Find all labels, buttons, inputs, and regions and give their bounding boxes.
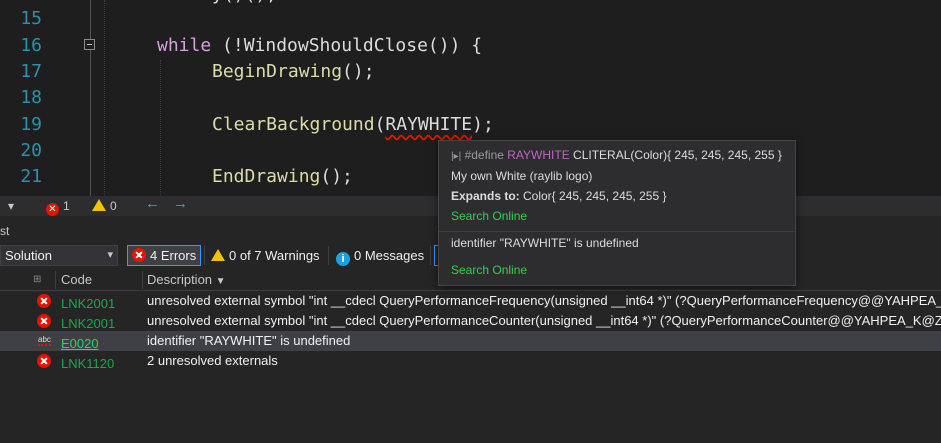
errors-filter-button[interactable]: 4 Errors (127, 245, 202, 266)
line-number: 15 (20, 8, 42, 29)
define-keyword: #define (464, 148, 508, 162)
divider (430, 246, 431, 265)
collapse-toggle-icon[interactable] (84, 39, 95, 50)
line-number: 21 (20, 166, 42, 187)
divider (204, 246, 205, 265)
line-number: 19 (20, 114, 42, 135)
expands-label: Expands to: (451, 189, 520, 203)
function-call: ClearBackground (212, 114, 375, 135)
search-online-link[interactable]: Search Online (451, 263, 527, 277)
keyword-while: while (157, 35, 212, 56)
error-icon (37, 354, 51, 368)
intellisense-error-icon: abc (38, 335, 51, 346)
code-text: ); (472, 114, 494, 135)
error-description: unresolved external symbol "int __cdecl … (147, 293, 941, 308)
warning-icon (92, 199, 106, 211)
function-call: EndDrawing (212, 166, 321, 187)
code-line-15: 15 (0, 6, 941, 32)
expands-value: Color{ 245, 245, 245, 255 } (519, 189, 667, 203)
line-number: 18 (20, 87, 42, 108)
previous-issue-icon[interactable]: ← (145, 196, 160, 212)
macro-description: My own White (raylib logo) (451, 169, 593, 183)
error-description: identifier "RAYWHITE" is undefined (147, 333, 351, 348)
error-icon (132, 248, 146, 262)
code-line-18: 18 (0, 85, 941, 111)
line-number: 16 (20, 35, 42, 56)
macro-name: RAYWHITE (507, 148, 570, 162)
code-text: ( (374, 114, 386, 135)
quick-info-tooltip: |▸| #define RAYWHITE CLITERAL(Color){ 24… (438, 140, 796, 286)
column-header-description[interactable]: Description ▼ (147, 269, 226, 290)
error-icon (37, 294, 51, 308)
error-count[interactable]: ✕ 1 (46, 198, 70, 216)
divider (439, 231, 795, 232)
line-number: 17 (20, 61, 42, 82)
warning-icon (211, 249, 225, 261)
search-online-link[interactable]: Search Online (451, 209, 527, 223)
dropdown-arrow-icon[interactable]: ▾ (8, 198, 14, 214)
chevron-down-icon: ▾ (107, 249, 113, 261)
code-line-19: 19 ClearBackground(RAYWHITE); (0, 112, 941, 138)
error-description: unresolved external symbol "int __cdecl … (147, 313, 941, 328)
warnings-filter-button[interactable]: 0 of 7 Warnings (207, 245, 324, 266)
undefined-identifier[interactable]: RAYWHITE (385, 114, 472, 135)
sort-down-icon: ▼ (215, 276, 226, 287)
macro-expression: CLITERAL(Color){ 245, 245, 245, 255 } (569, 148, 782, 162)
column-header-code[interactable]: Code (61, 269, 92, 290)
code-text: (); (320, 166, 353, 187)
line-number: 20 (20, 140, 42, 161)
macro-icon: |▸| (451, 151, 462, 162)
code-text: (!WindowShouldClose()) { (211, 35, 483, 56)
table-row[interactable]: LNK1120 2 unresolved externals (0, 351, 941, 371)
next-issue-icon[interactable]: → (173, 196, 188, 212)
error-description: 2 unresolved externals (147, 353, 278, 368)
error-icon: ✕ (46, 203, 59, 216)
warning-count[interactable]: 0 (92, 198, 117, 214)
panel-title: st (0, 224, 10, 238)
info-icon: i (336, 252, 350, 266)
divider (328, 246, 329, 265)
error-message: identifier "RAYWHITE" is undefined (451, 236, 639, 250)
table-row[interactable]: LNK2001 unresolved external symbol "int … (0, 311, 941, 331)
table-row-selected[interactable]: abc E0020 identifier "RAYWHITE" is undef… (0, 331, 941, 351)
table-row[interactable]: LNK2001 unresolved external symbol "int … (0, 291, 941, 311)
divider (55, 271, 56, 289)
scope-dropdown[interactable]: Solution ▾ (0, 245, 118, 266)
error-code: LNK1120 (61, 356, 115, 371)
code-text: (); (342, 61, 375, 82)
code-line-16: 16 while (!WindowShouldClose()) { (0, 33, 941, 59)
code-line-17: 17 BeginDrawing(); (0, 59, 941, 85)
function-call: BeginDrawing (212, 61, 343, 82)
filter-icon[interactable]: ⊞ (33, 269, 41, 290)
messages-filter-button[interactable]: i0 Messages (332, 245, 428, 266)
divider (142, 271, 143, 289)
error-icon (37, 314, 51, 328)
